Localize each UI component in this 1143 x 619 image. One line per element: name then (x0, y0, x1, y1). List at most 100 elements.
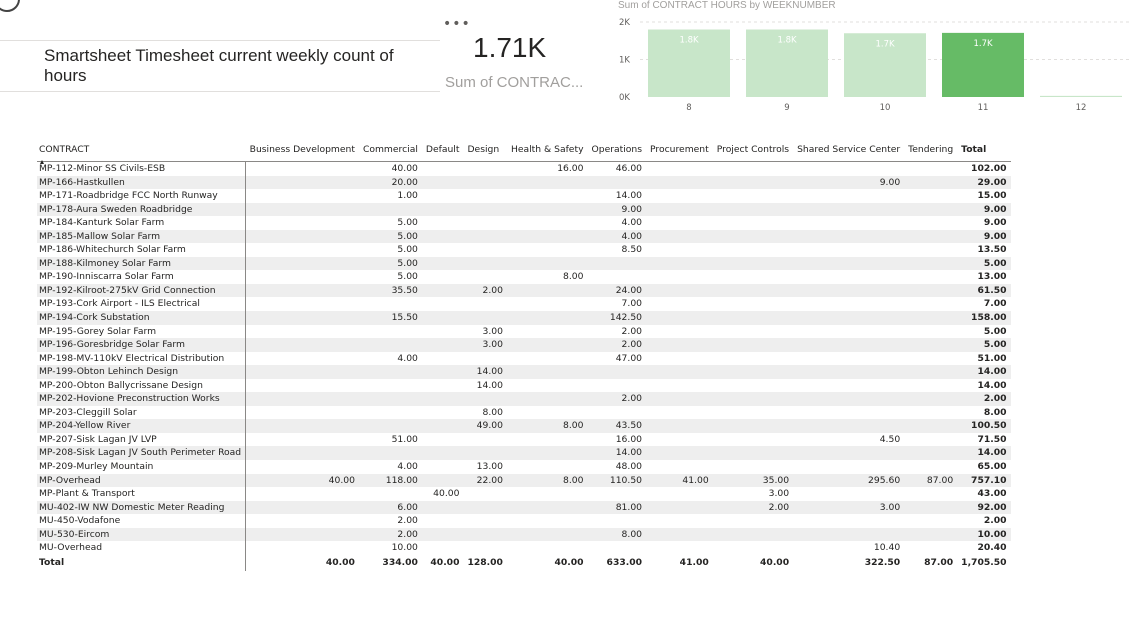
table-cell (463, 202, 507, 217)
table-cell (904, 527, 958, 542)
table-cell: 40.00 (430, 556, 460, 568)
column-header[interactable]: Project Controls (712, 141, 794, 162)
table-cell (506, 175, 588, 190)
column-header[interactable]: Operations (587, 141, 647, 162)
row-label: MU-402-IW NW Domestic Meter Reading (37, 500, 247, 515)
row-total: 65.00 (977, 461, 1007, 473)
table-cell (712, 256, 794, 271)
table-cell (904, 325, 957, 339)
row-total: 2.00 (957, 392, 1011, 406)
table-cell: 20.00 (358, 175, 422, 190)
table-cell (358, 392, 422, 406)
table-row: MP-185-Mallow Solar Farm 5.00 4.00 9.00 (37, 229, 1011, 244)
table-cell (646, 311, 713, 325)
table-cell (246, 297, 359, 311)
table-cell (646, 162, 713, 176)
table-cell (422, 325, 464, 339)
table-cell (713, 189, 793, 203)
table-cell (463, 229, 507, 244)
table-cell: 15.50 (358, 311, 422, 325)
row-total: 15.00 (977, 190, 1007, 202)
row-label: MP-188-Kilmoney Solar Farm (37, 256, 247, 271)
table-row: MP-193-Cork Airport - ILS Electrical 7.00… (37, 297, 1011, 312)
table-cell (646, 229, 713, 244)
table-cell (463, 175, 507, 190)
table-cell (713, 243, 793, 257)
table-cell (646, 433, 713, 447)
card-title: Smartsheet Timesheet current weekly coun… (44, 46, 394, 85)
table-cell (793, 202, 905, 217)
table-cell (507, 487, 588, 501)
more-options-icon[interactable]: ••• (443, 16, 471, 32)
row-label: MP-196-Goresbridge Solar Farm (37, 338, 247, 352)
column-header[interactable]: Commercial (358, 141, 422, 162)
row-total: 5.00 (983, 325, 1007, 337)
table-cell: 118.00 (358, 473, 422, 488)
table-cell: 5.00 (397, 217, 418, 229)
column-header[interactable]: Total (957, 141, 1011, 162)
row-label: MP-112-Minor SS Civils-ESB (37, 161, 247, 176)
sort-ascending-icon[interactable] (40, 160, 44, 164)
table-cell (646, 460, 713, 474)
table-cell: 9.00 (587, 202, 647, 217)
table-cell: 14.00 (463, 365, 507, 379)
column-header[interactable]: Design (463, 141, 507, 162)
table-cell (793, 352, 904, 366)
table-cell (904, 541, 957, 555)
table-cell (463, 189, 506, 203)
table-cell: 87.00 (924, 556, 954, 568)
table-cell (463, 243, 506, 257)
table-cell (646, 297, 713, 311)
table-cell (245, 419, 359, 433)
table-cell (646, 256, 713, 271)
table-cell (713, 433, 793, 447)
row-label: MP-166-Hastkullen (37, 175, 247, 190)
table-cell (713, 514, 793, 528)
table-row: MP-194-Cork Substation 15.50 142.50 158.00 (37, 311, 1011, 325)
bar-week-12[interactable] (1040, 95, 1122, 97)
kpi-value: 1.71K (473, 32, 547, 63)
table-cell (793, 419, 905, 433)
table-cell (463, 514, 506, 528)
table-cell (246, 487, 359, 501)
bar-data-label: 1.7K (875, 39, 895, 49)
row-label: MP-207-Sisk Lagan JV LVP (37, 432, 247, 447)
table-cell: 16.00 (557, 163, 584, 174)
table-cell (463, 500, 507, 515)
table-cell (904, 270, 957, 284)
table-cell: 322.50 (864, 556, 901, 568)
table-cell (245, 175, 359, 190)
table-cell (507, 325, 588, 339)
column-header[interactable]: Shared Service Center (793, 141, 905, 162)
table-cell (793, 338, 905, 352)
table-cell (507, 243, 588, 257)
column-header[interactable]: Health & Safety (506, 141, 588, 162)
table-row: MP-166-Hastkullen 20.00 9.00 29.00 (37, 175, 1011, 190)
column-header[interactable]: Procurement (646, 141, 713, 162)
row-label: MU-530-Eircom (37, 527, 247, 542)
table-cell (358, 446, 422, 461)
row-total: 100.50 (957, 419, 1011, 433)
column-header[interactable]: Tendering (904, 141, 958, 162)
table-cell (904, 189, 957, 203)
table-cell (359, 487, 422, 501)
back-circle-icon[interactable] (0, 0, 20, 12)
row-label: MP-185-Mallow Solar Farm (37, 229, 247, 244)
table-cell: 14.00 (476, 379, 503, 391)
table-cell (506, 229, 588, 244)
row-total: 20.40 (977, 542, 1007, 554)
column-header[interactable]: Default (421, 141, 464, 162)
table-cell (713, 541, 793, 555)
column-header-contract[interactable]: CONTRACT (37, 141, 246, 164)
column-header[interactable]: Business Development (245, 141, 359, 162)
table-cell: 1.00 (397, 190, 418, 202)
table-cell (712, 527, 794, 542)
table-cell (712, 446, 794, 461)
table-cell (712, 392, 794, 406)
table-cell: 35.00 (712, 473, 794, 488)
table-cell (463, 270, 506, 284)
table-cell (646, 338, 713, 352)
table-cell (463, 352, 506, 366)
table-cell (646, 175, 713, 190)
table-cell: 295.60 (793, 473, 905, 488)
